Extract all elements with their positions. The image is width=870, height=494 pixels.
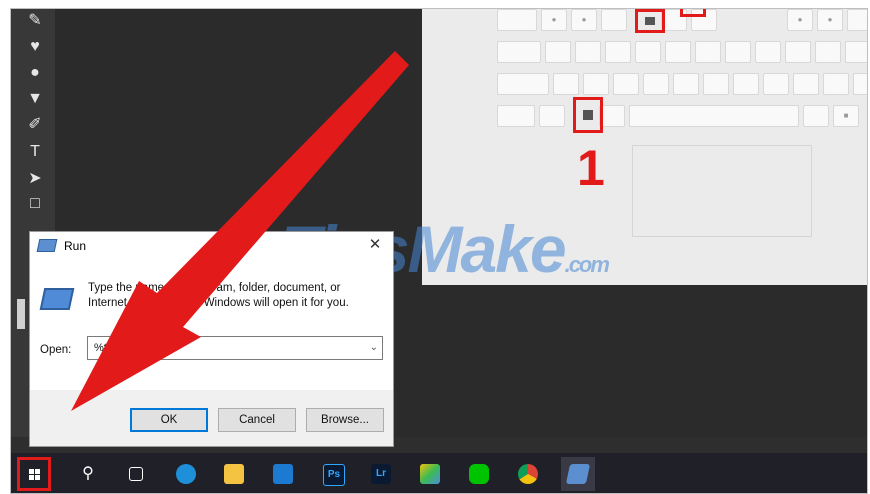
arrow-shape bbox=[71, 51, 409, 411]
screenshot-frame: ✎ ♥ ● ▼ ✐ T ➤ □ ● ● ● ● ■ 1 TipsMake.com… bbox=[10, 8, 868, 494]
red-arrow-annotation bbox=[71, 51, 409, 411]
